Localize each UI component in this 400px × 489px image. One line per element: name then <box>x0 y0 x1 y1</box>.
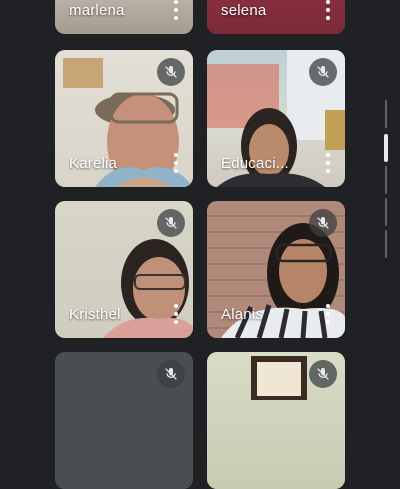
scroll-segment <box>385 100 387 128</box>
participant-tile-educacion[interactable]: Educaci... <box>207 50 345 187</box>
participant-tile-7[interactable] <box>55 352 193 489</box>
scroll-segment <box>385 166 387 194</box>
scroll-segment <box>385 198 387 226</box>
participant-name: Kristhel <box>69 306 121 323</box>
more-options-icon[interactable] <box>173 304 179 324</box>
mic-off-icon <box>309 58 337 86</box>
more-options-icon[interactable] <box>173 153 179 173</box>
participant-name: selena <box>221 2 267 19</box>
more-options-icon[interactable] <box>325 304 331 324</box>
participant-name: Educaci... <box>221 155 289 172</box>
participant-tile-selena[interactable]: selena <box>207 0 345 34</box>
participant-tile-kristhel[interactable]: Kristhel <box>55 201 193 338</box>
mic-off-icon <box>157 209 185 237</box>
more-options-icon[interactable] <box>325 153 331 173</box>
participant-tile-karelia[interactable]: Karelia <box>55 50 193 187</box>
participant-name: marlena <box>69 2 125 19</box>
mic-off-icon <box>309 209 337 237</box>
mic-off-icon <box>157 58 185 86</box>
mic-off-icon <box>157 360 185 388</box>
participant-tile-alanis[interactable]: Alanis <box>207 201 345 338</box>
scroll-thumb[interactable] <box>384 134 388 162</box>
scrollbar[interactable] <box>384 100 389 258</box>
participant-name: Alanis <box>221 306 264 323</box>
participant-tile-marlena[interactable]: marlena <box>55 0 193 34</box>
more-options-icon[interactable] <box>325 0 331 20</box>
participant-name: Karelia <box>69 155 118 172</box>
participant-tile-8[interactable] <box>207 352 345 489</box>
more-options-icon[interactable] <box>173 0 179 20</box>
scroll-segment <box>385 230 387 258</box>
mic-off-icon <box>309 360 337 388</box>
